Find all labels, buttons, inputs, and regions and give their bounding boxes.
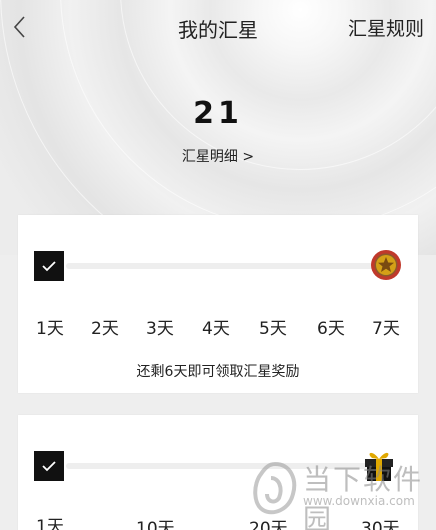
checked-icon [34,251,64,281]
day-label: 1天 [36,517,64,530]
watermark-url: www.downxia.com [303,494,415,508]
day-label: 7天 [372,319,400,339]
day-label: 1天 [36,319,64,339]
weekly-checkin-card: 1天 2天 3天 4天 5天 6天 7天 还剩6天即可领取汇星奖励 [18,215,418,393]
watermark-logo-icon [253,461,297,515]
day-label: 3天 [146,319,174,339]
points-balance: 21 [193,96,243,131]
watermark: 当下软件园 www.downxia.com [245,452,435,530]
star-medal-icon[interactable] [370,249,402,281]
progress-track [66,263,382,269]
rules-link[interactable]: 汇星规则 [348,14,424,41]
remaining-days-text: 还剩6天即可领取汇星奖励 [136,364,300,380]
day-label: 4天 [202,319,230,339]
day-label: 5天 [259,319,287,339]
day-label: 2天 [91,319,119,339]
day-label: 10天 [136,519,175,530]
day-label: 6天 [317,319,345,339]
checked-icon [34,451,64,481]
points-detail-link[interactable]: 汇星明细 > [0,146,436,166]
